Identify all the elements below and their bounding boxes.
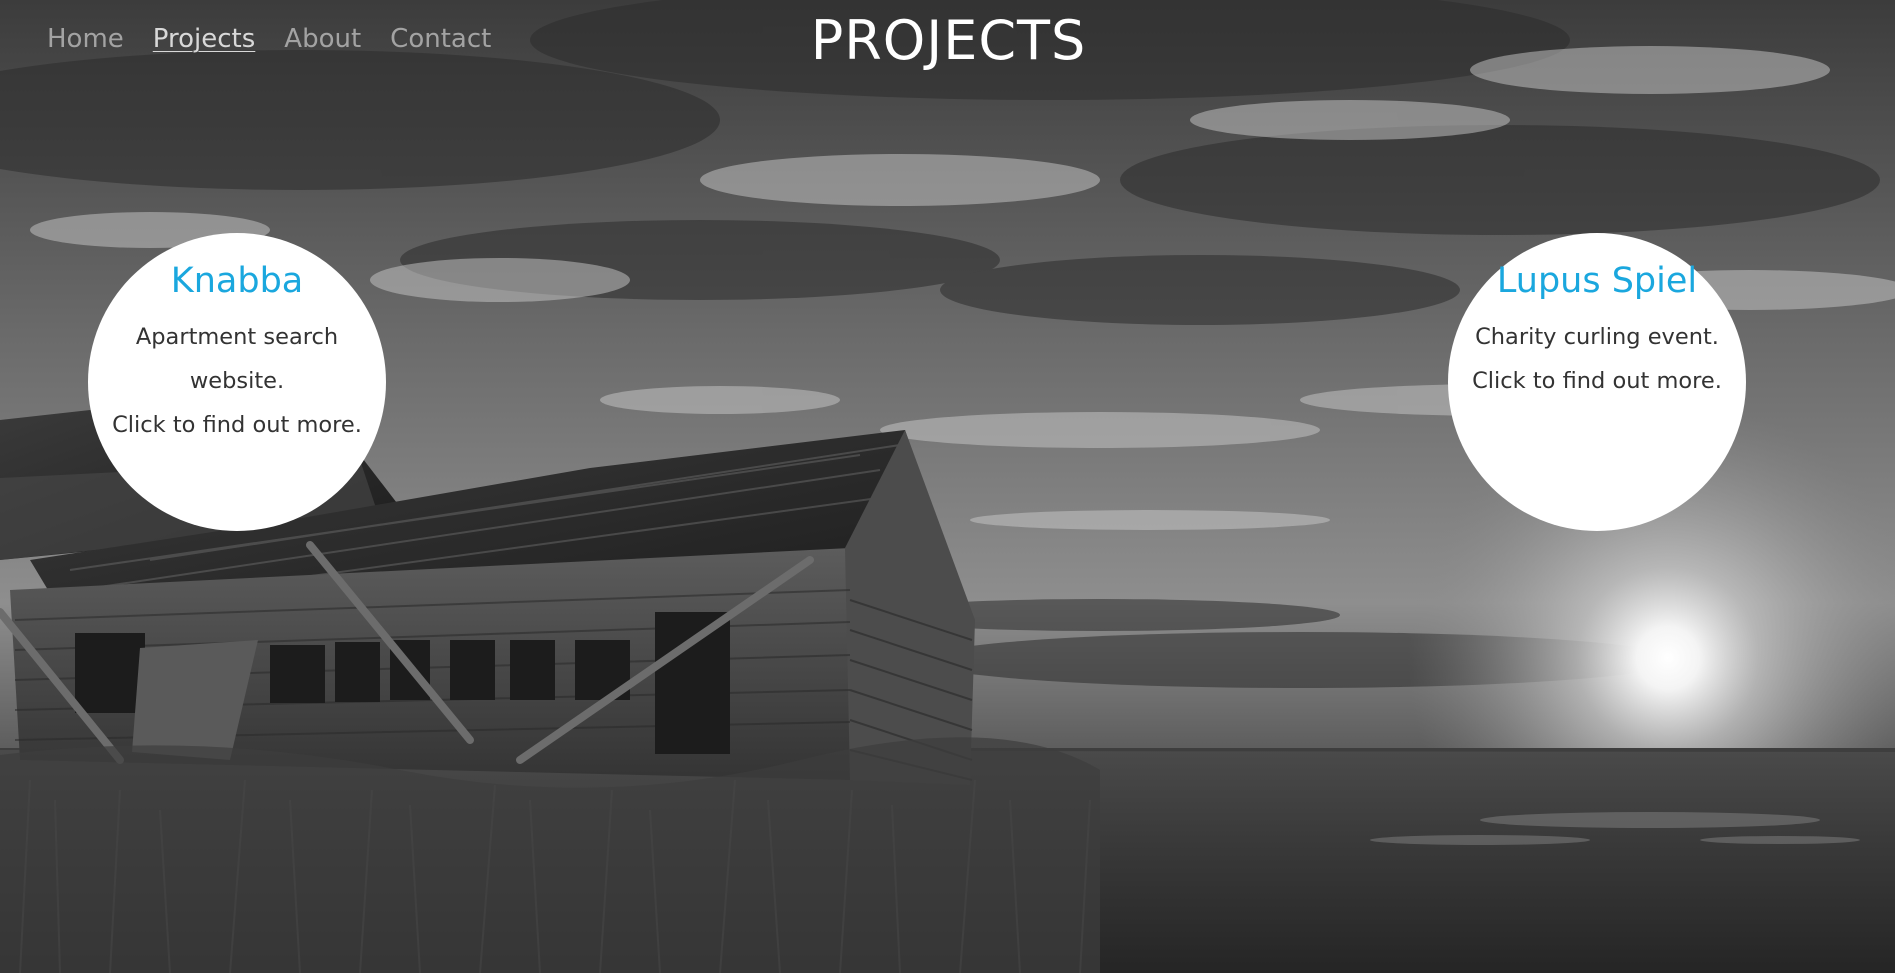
- project-card-lupus-spiel[interactable]: Lupus Spiel Charity curling event. Click…: [1448, 233, 1746, 531]
- project-title: Lupus Spiel: [1496, 261, 1698, 301]
- project-description: Charity curling event.: [1475, 324, 1719, 350]
- project-cta: Click to find out more.: [1472, 368, 1722, 394]
- projects-page: Home Projects About Contact PROJECTS Kna…: [0, 0, 1895, 973]
- project-title: Knabba: [170, 261, 304, 301]
- project-description: Apartment search website.: [135, 324, 339, 394]
- page-title: PROJECTS: [0, 10, 1895, 72]
- page-title-text: PROJECTS: [810, 9, 1087, 72]
- project-card-knabba[interactable]: Knabba Apartment search website. Click t…: [88, 233, 386, 531]
- project-cta: Click to find out more.: [112, 412, 362, 438]
